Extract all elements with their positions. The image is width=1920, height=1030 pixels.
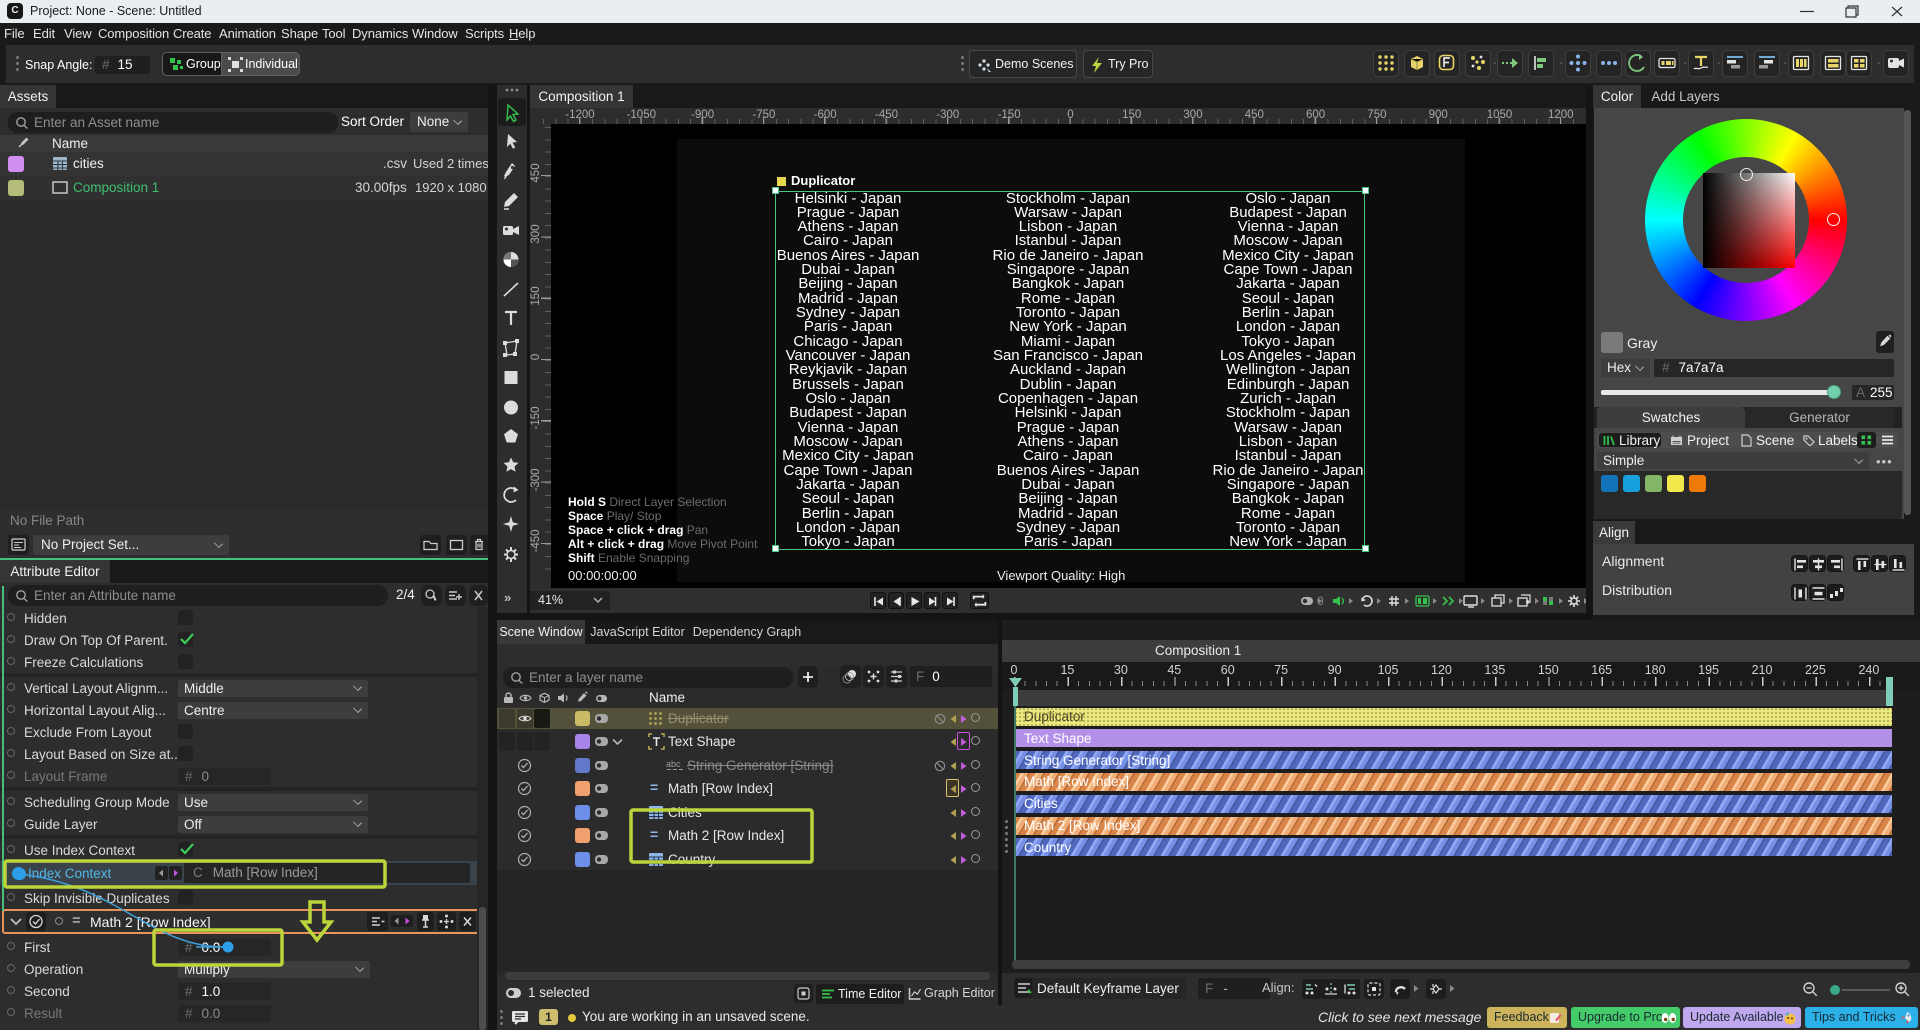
svg-text:abc: abc [666, 759, 681, 769]
